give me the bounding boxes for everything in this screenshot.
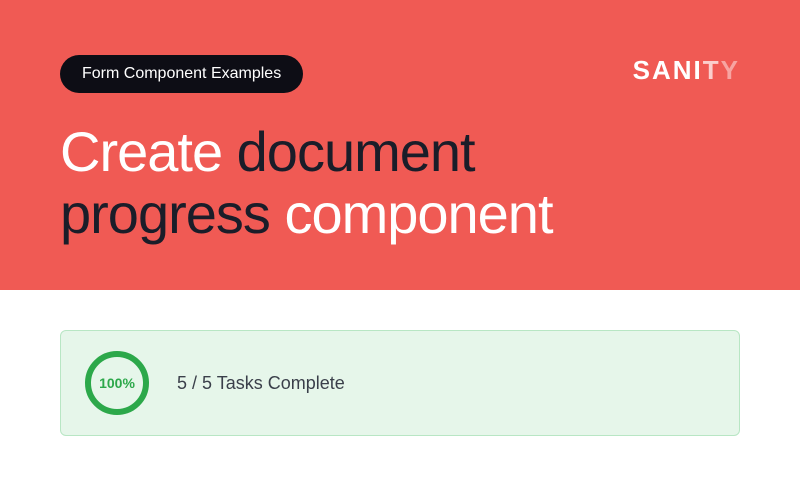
title-word-2: document: [237, 120, 475, 183]
title-word-3: progress: [60, 182, 270, 245]
title-word-4: component: [284, 182, 552, 245]
progress-label: 5 / 5 Tasks Complete: [177, 373, 345, 394]
progress-percent: 100%: [99, 375, 135, 391]
page-title: Create document progress component: [60, 121, 740, 244]
brand-text-fade2: Y: [721, 55, 740, 85]
progress-ring-icon: 100%: [85, 351, 149, 415]
hero-section: Form Component Examples SANITY Create do…: [0, 0, 800, 290]
brand-text-fade1: T: [703, 55, 721, 85]
progress-card: 100% 5 / 5 Tasks Complete: [60, 330, 740, 436]
brand-logo: SANITY: [633, 55, 740, 86]
category-badge: Form Component Examples: [60, 55, 303, 93]
title-word-1: Create: [60, 120, 222, 183]
brand-text-main: SANI: [633, 55, 703, 85]
component-preview-area: 100% 5 / 5 Tasks Complete: [0, 290, 800, 476]
